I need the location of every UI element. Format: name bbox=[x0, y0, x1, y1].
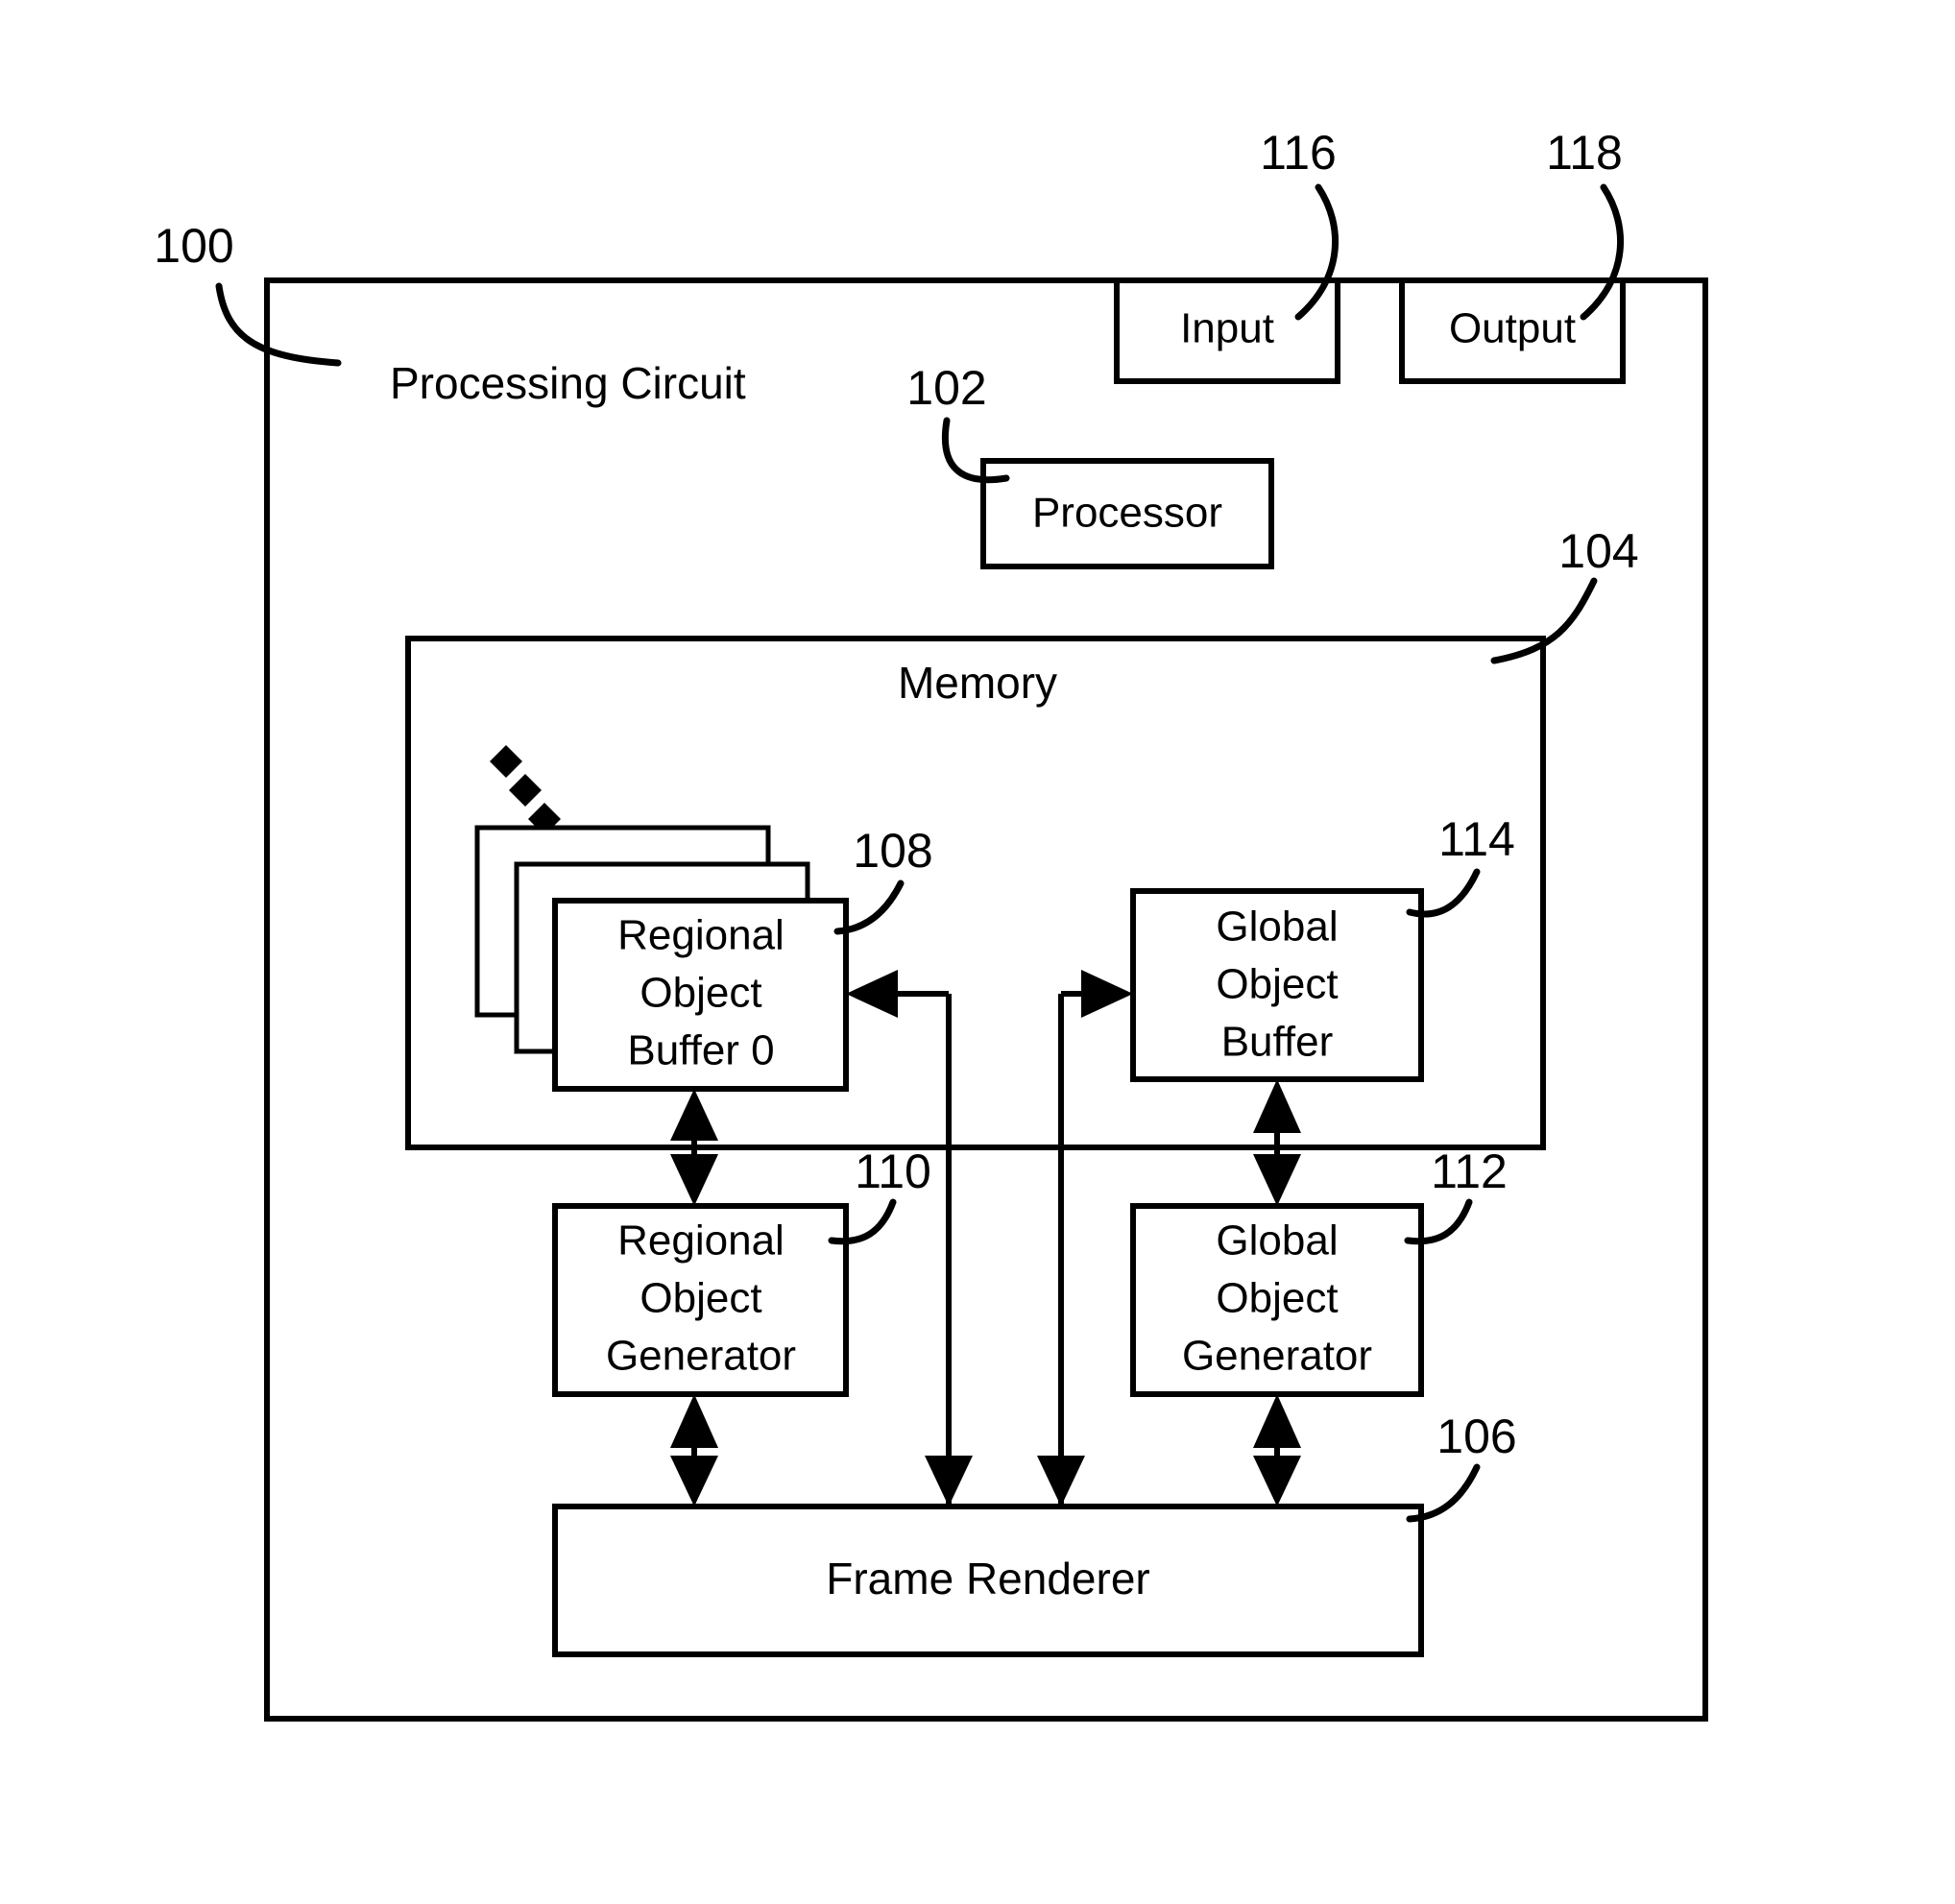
regional-object-generator-line2: Object bbox=[640, 1275, 761, 1322]
ref-number-108: 108 bbox=[853, 824, 932, 878]
regional-object-buffer-line2: Object bbox=[640, 970, 761, 1017]
ref-number-116: 116 bbox=[1260, 126, 1337, 180]
regional-object-buffer-line3: Buffer 0 bbox=[627, 1027, 774, 1074]
global-object-generator-line3: Generator bbox=[1182, 1333, 1372, 1380]
block-diagram-canvas: 100 Processing Circuit Input 116 Output … bbox=[154, 126, 1708, 1722]
ref-number-118: 118 bbox=[1546, 126, 1623, 180]
output-label: Output bbox=[1449, 305, 1576, 352]
global-object-buffer-line3: Buffer bbox=[1221, 1019, 1334, 1066]
ref-number-106: 106 bbox=[1436, 1410, 1516, 1463]
global-object-generator-line2: Object bbox=[1216, 1275, 1338, 1322]
processor-label: Processor bbox=[1032, 490, 1222, 537]
ref-number-114: 114 bbox=[1438, 812, 1515, 866]
regional-object-buffer-line1: Regional bbox=[617, 912, 784, 959]
ref-number-102: 102 bbox=[906, 361, 986, 415]
ref-number-100: 100 bbox=[154, 219, 233, 273]
frame-renderer-label: Frame Renderer bbox=[826, 1554, 1149, 1603]
regional-object-generator-line3: Generator bbox=[606, 1333, 796, 1380]
regional-object-generator-line1: Regional bbox=[617, 1217, 784, 1265]
input-label: Input bbox=[1180, 305, 1274, 352]
memory-label: Memory bbox=[898, 658, 1057, 708]
global-object-generator-line1: Global bbox=[1216, 1217, 1338, 1265]
global-object-buffer-line1: Global bbox=[1216, 904, 1338, 951]
processing-circuit-label: Processing Circuit bbox=[390, 358, 746, 408]
ref-number-110: 110 bbox=[855, 1145, 931, 1198]
ref-number-112: 112 bbox=[1431, 1145, 1508, 1198]
figure-root: 100 Processing Circuit Input 116 Output … bbox=[0, 0, 1955, 1904]
ref-number-104: 104 bbox=[1558, 524, 1638, 578]
global-object-buffer-line2: Object bbox=[1216, 961, 1338, 1008]
